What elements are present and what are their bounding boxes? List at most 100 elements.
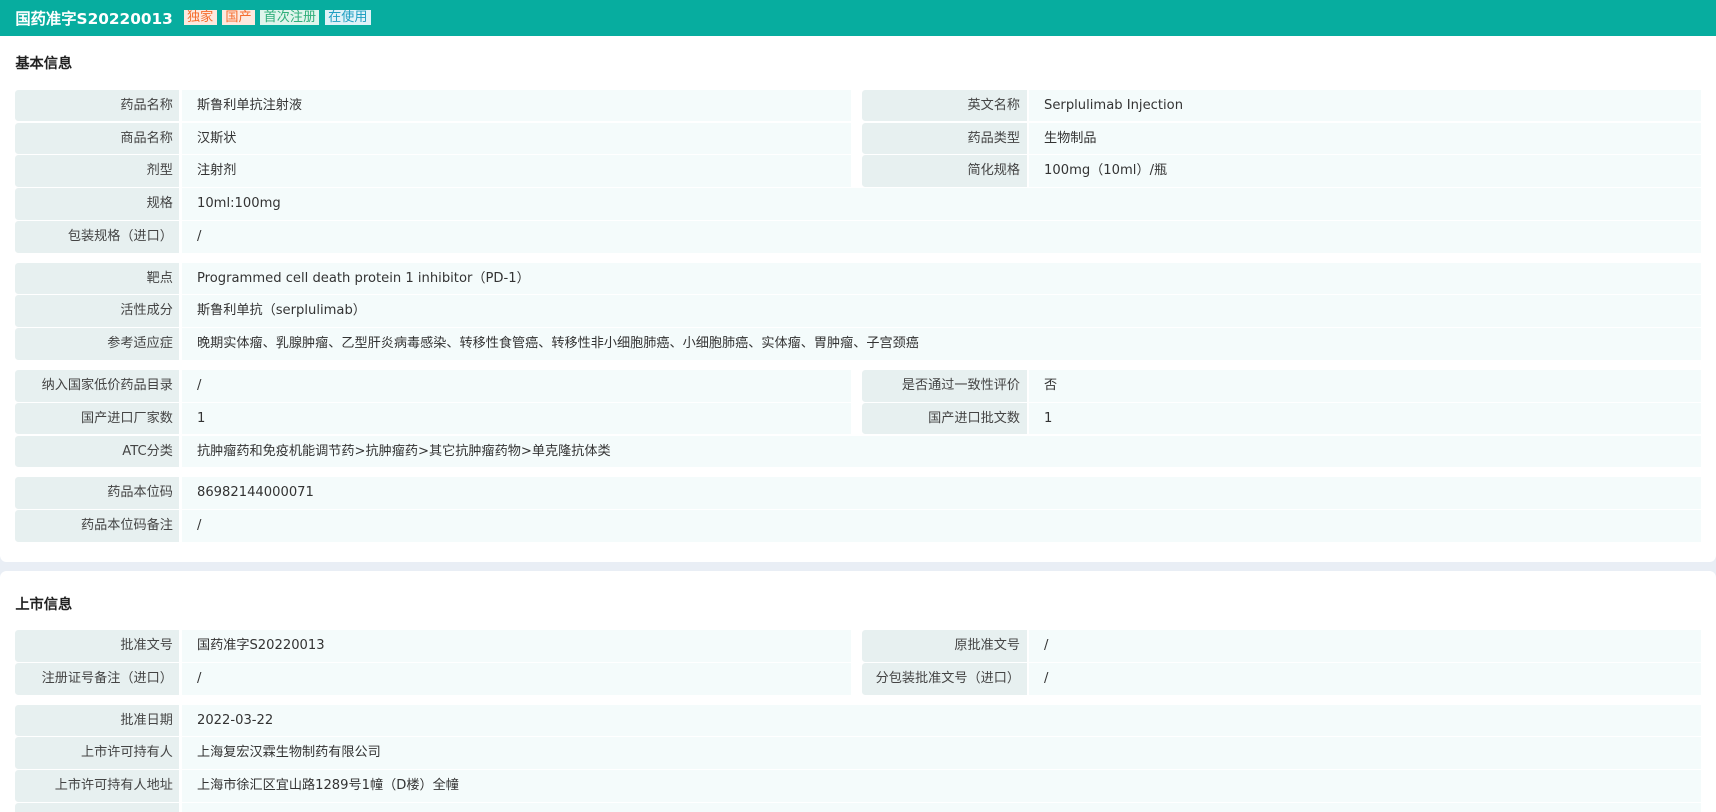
info-field: 剂型 注射剂 [15,155,852,188]
field-value: 1 [1028,402,1701,435]
basic-group-4: 药品本位码 86982144000071 药品本位码备注 / [15,477,1701,542]
info-field: 靶点 Programmed cell death protein 1 inhibi… [15,262,1701,295]
info-field: 原批准文号 / [862,630,1701,662]
field-value: / [181,509,1701,542]
field-value: 注射剂 [181,155,852,188]
field-label: 简化规格 [862,155,1027,188]
info-row [15,803,1701,812]
field-value: 2022-03-22 [181,704,1701,737]
field-value: Programmed cell death protein 1 inhibito… [181,262,1701,295]
basic-info-card: 基本信息 药品名称 斯鲁利单抗注射液 英文名称 Serplulimab Injecti… [0,36,1716,563]
info-field: 商品名称 汉斯状 [15,122,852,155]
field-value: 国药准字S20220013 [181,630,852,662]
status-tag: 独家 [183,9,217,25]
status-tag: 首次注册 [260,9,320,25]
info-row: 规格 10ml:100mg [15,188,1701,220]
field-value: 上海复宏汉霖生物制药有限公司 [181,737,1701,770]
field-label: 批准文号 [15,630,180,662]
info-row: 批准文号 国药准字S20220013 原批准文号 / [15,630,1701,662]
field-value: 晚期实体瘤、乳腺肿瘤、乙型肝炎病毒感染、转移性食管癌、转移性非小细胞肺癌、小细胞… [181,328,1701,360]
field-label: 靶点 [15,262,180,295]
field-value: 1 [181,402,852,435]
info-field: 参考适应症 晚期实体瘤、乳腺肿瘤、乙型肝炎病毒感染、转移性食管癌、转移性非小细胞肺… [15,328,1701,360]
info-field: 简化规格 100mg（10ml）/瓶 [862,155,1701,188]
field-label: 是否通过一致性评价 [862,369,1027,402]
field-value: / [181,663,852,695]
info-field: 药品类型 生物制品 [862,122,1701,155]
approval-number-title: 国药准字S20220013 [15,10,173,29]
status-tag: 在使用 [324,9,371,25]
section-title-basic: 基本信息 [15,55,73,72]
field-value: 100mg（10ml）/瓶 [1028,155,1701,188]
info-row: 商品名称 汉斯状 药品类型 生物制品 [15,122,1701,155]
info-row: 上市许可持有人 上海复宏汉霖生物制药有限公司 [15,737,1701,770]
field-label: 注册证号备注（进口） [15,663,180,695]
info-row: 注册证号备注（进口） / 分包装批准文号（进口） / [15,663,1701,695]
field-value: 生物制品 [1028,122,1701,155]
field-label: 药品类型 [862,122,1027,155]
info-field: 药品本位码备注 / [15,509,1701,542]
info-row: 药品本位码备注 / [15,509,1701,542]
basic-group-1: 药品名称 斯鲁利单抗注射液 英文名称 Serplulimab Injection 商品名… [15,89,1701,253]
info-field: 国产进口厂家数 1 [15,402,852,435]
info-row: 上市许可持有人地址 上海市徐汇区宜山路1289号1幢（D楼）全幢 [15,770,1701,803]
info-field: 药品本位码 86982144000071 [15,477,1701,509]
info-field [15,803,1701,812]
info-row: 活性成分 斯鲁利单抗（serplulimab） [15,295,1701,328]
field-value: 斯鲁利单抗（serplulimab） [181,295,1701,328]
field-value: Serplulimab Injection [1028,89,1701,122]
info-row: 纳入国家低价药品目录 / 是否通过一致性评价否 [15,369,1701,402]
field-label: 上市许可持有人 [15,737,180,770]
info-field: 上市许可持有人 上海复宏汉霖生物制药有限公司 [15,737,1701,770]
info-field: 纳入国家低价药品目录 / [15,369,852,402]
field-label: 参考适应症 [15,328,180,360]
field-label: 上市许可持有人地址 [15,770,180,803]
info-row: 靶点 Programmed cell death protein 1 inhibi… [15,262,1701,295]
field-label: 原批准文号 [862,630,1027,662]
field-value: 抗肿瘤药和免疫机能调节药>抗肿瘤药>其它抗肿瘤药物>单克隆抗体类 [181,435,1701,468]
field-value: 否 [1028,369,1701,402]
info-row: 批准日期 2022-03-22 [15,704,1701,737]
field-label: 活性成分 [15,295,180,328]
field-label: 药品名称 [15,89,180,122]
info-row: 国产进口厂家数 1 国产进口批文数 1 [15,402,1701,435]
info-field: 分包装批准文号（进口） / [862,663,1701,695]
field-label: 剂型 [15,155,180,188]
status-tags: 独家 国产 首次注册 在使用 [183,9,377,26]
info-row: 药品本位码 86982144000071 [15,477,1701,509]
field-label: 规格 [15,188,180,220]
field-label: 药品本位码 [15,477,180,509]
info-field: 批准文号 国药准字S20220013 [15,630,852,662]
page-header: 国药准字S20220013 独家 国产 首次注册 在使用 [0,0,1716,37]
info-row: 包装规格（进口） / [15,221,1701,253]
field-label: 商品名称 [15,122,180,155]
field-label: 纳入国家低价药品目录 [15,369,180,402]
market-group-2: 批准日期 2022-03-22 上市许可持有人 上海复宏汉霖生物制药有限公司 上市许可持… [15,704,1701,812]
info-row: 药品名称 斯鲁利单抗注射液 英文名称 Serplulimab Injection [15,89,1701,122]
section-title-market: 上市信息 [15,597,73,614]
info-field: 英文名称 Serplulimab Injection [862,89,1701,122]
field-value: 86982144000071 [181,477,1701,509]
status-tag: 国产 [222,9,255,25]
info-field: 包装规格（进口） / [15,221,1701,253]
info-field: 活性成分 斯鲁利单抗（serplulimab） [15,295,1701,328]
info-field: ATC分类 抗肿瘤药和免疫机能调节药>抗肿瘤药>其它抗肿瘤药物>单克隆抗体类 [15,435,1701,468]
info-row: 参考适应症 晚期实体瘤、乳腺肿瘤、乙型肝炎病毒感染、转移性食管癌、转移性非小细胞肺… [15,328,1701,360]
info-field: 国产进口批文数 1 [862,402,1701,435]
field-label: 国产进口批文数 [862,402,1027,435]
field-value: 10ml:100mg [181,188,1701,220]
field-value: 汉斯状 [181,122,852,155]
info-field: 规格 10ml:100mg [15,188,1701,220]
field-value: / [1028,630,1701,662]
field-value: / [181,221,1701,253]
info-field: 是否通过一致性评价否 [862,369,1701,402]
basic-group-3: 纳入国家低价药品目录 / 是否通过一致性评价否国产进口厂家数 1 国产进口批文数 1 ATC… [15,369,1701,468]
field-label: 国产进口厂家数 [15,402,180,435]
field-value [181,803,1701,812]
info-field: 注册证号备注（进口） / [15,663,852,695]
info-field: 批准日期 2022-03-22 [15,704,1701,737]
field-value: / [181,369,852,402]
info-row: 剂型 注射剂 简化规格 100mg（10ml）/瓶 [15,155,1701,188]
field-label [15,803,180,812]
field-label: 英文名称 [862,89,1027,122]
